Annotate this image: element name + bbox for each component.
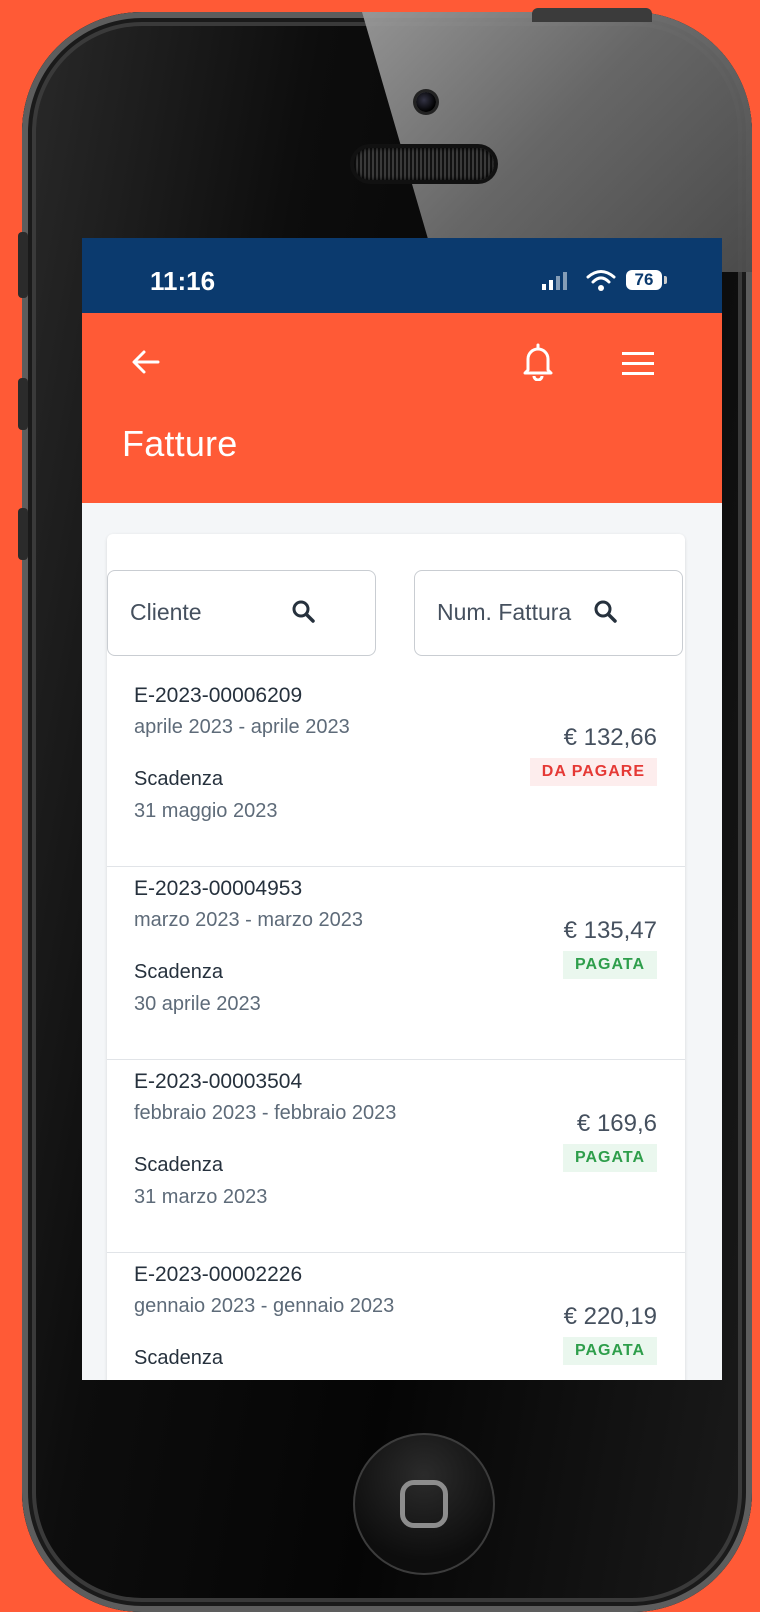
- invoice-search-placeholder: Num. Fattura: [437, 599, 572, 625]
- due-label: Scadenza: [134, 961, 223, 983]
- invoice-period: aprile 2023 - aprile 2023: [134, 716, 350, 738]
- search-icon[interactable]: [593, 599, 619, 625]
- front-camera: [416, 92, 436, 112]
- client-search-input[interactable]: Cliente: [107, 570, 376, 656]
- invoice-amount: € 135,47: [563, 917, 657, 944]
- wifi-icon: [586, 270, 616, 291]
- home-button[interactable]: [353, 1433, 495, 1575]
- invoice-number-search-input[interactable]: Num. Fattura: [414, 570, 683, 656]
- bell-icon[interactable]: [522, 343, 554, 381]
- volume-down-button: [18, 508, 28, 560]
- status-badge: PAGATA: [563, 951, 657, 979]
- invoice-period: gennaio 2023 - gennaio 2023: [134, 1295, 395, 1317]
- search-icon[interactable]: [291, 599, 317, 625]
- status-badge: DA PAGARE: [529, 758, 657, 786]
- app-header: Fatture: [82, 313, 722, 503]
- due-date: 31 marzo 2023: [134, 1186, 268, 1208]
- invoice-amount: € 220,19: [563, 1303, 657, 1330]
- power-button: [532, 8, 652, 22]
- earpiece-speaker: [354, 148, 494, 180]
- invoice-period: febbraio 2023 - febbraio 2023: [134, 1102, 397, 1124]
- invoice-card: Cliente Num. Fattura E-2023-00006209 apr…: [107, 534, 685, 1380]
- hamburger-menu-icon[interactable]: [620, 349, 656, 377]
- invoice-amount: € 132,66: [563, 724, 657, 751]
- invoice-code: E-2023-00004953: [134, 877, 303, 900]
- home-square-icon: [400, 1480, 448, 1528]
- invoice-code: E-2023-00003504: [134, 1070, 303, 1093]
- app-screen: 11:16 76 Fatture Cliente Num. Fattura E-…: [82, 238, 722, 1380]
- invoice-row[interactable]: E-2023-00006209 aprile 2023 - aprile 202…: [107, 674, 685, 867]
- battery-indicator: 76: [626, 270, 662, 290]
- invoice-list: E-2023-00006209 aprile 2023 - aprile 202…: [107, 674, 685, 1380]
- battery-tip: [664, 276, 667, 284]
- invoice-row[interactable]: E-2023-00002226 gennaio 2023 - gennaio 2…: [107, 1253, 685, 1380]
- mute-switch: [18, 232, 28, 298]
- due-label: Scadenza: [134, 768, 223, 790]
- status-time: 11:16: [150, 266, 216, 296]
- invoice-row[interactable]: E-2023-00004953 marzo 2023 - marzo 2023 …: [107, 867, 685, 1060]
- due-date: 30 aprile 2023: [134, 993, 261, 1015]
- status-bar: 11:16 76: [82, 238, 722, 313]
- signal-icon: [542, 272, 567, 290]
- status-badge: PAGATA: [563, 1337, 657, 1365]
- page-title: Fatture: [122, 423, 238, 464]
- volume-up-button: [18, 378, 28, 430]
- invoice-code: E-2023-00002226: [134, 1263, 303, 1286]
- invoice-code: E-2023-00006209: [134, 684, 303, 707]
- invoice-row[interactable]: E-2023-00003504 febbraio 2023 - febbraio…: [107, 1060, 685, 1253]
- back-arrow-icon[interactable]: [130, 347, 162, 377]
- invoice-amount: € 169,6: [576, 1110, 657, 1137]
- invoice-period: marzo 2023 - marzo 2023: [134, 909, 364, 931]
- due-label: Scadenza: [134, 1347, 223, 1369]
- client-search-placeholder: Cliente: [130, 599, 202, 625]
- due-date: 31 maggio 2023: [134, 800, 278, 822]
- screen-glare: [362, 12, 752, 272]
- due-label: Scadenza: [134, 1154, 223, 1176]
- status-badge: PAGATA: [563, 1144, 657, 1172]
